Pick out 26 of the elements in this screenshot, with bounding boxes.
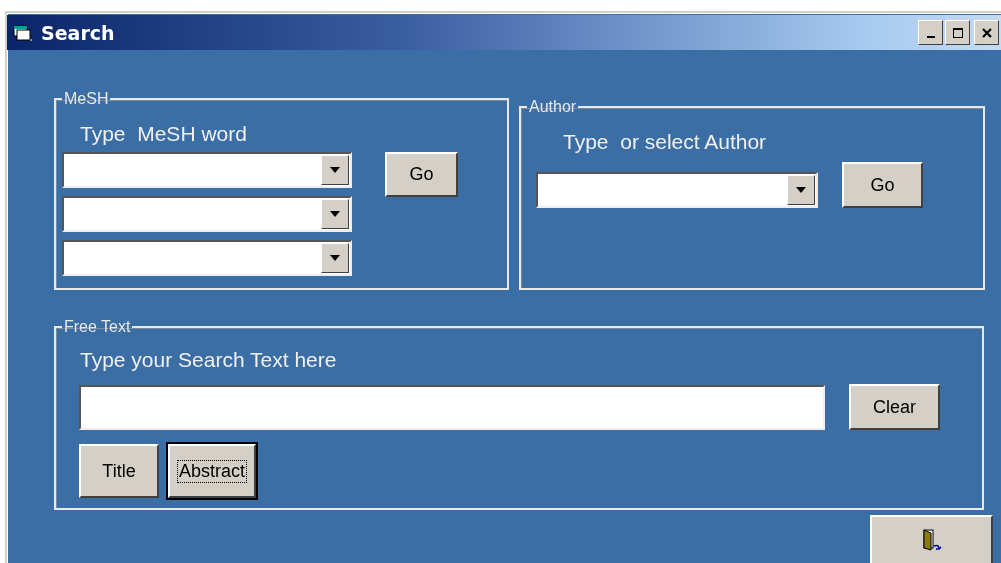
- group-legend: Author: [527, 98, 579, 116]
- minimize-icon: [926, 36, 935, 38]
- search-text-field[interactable]: [79, 384, 825, 430]
- dropdown-field[interactable]: [62, 240, 352, 276]
- close-button[interactable]: [974, 20, 999, 45]
- group-legend: MeSH: [62, 90, 111, 108]
- exit-button[interactable]: [870, 515, 993, 563]
- dropdown-field[interactable]: [62, 152, 352, 188]
- maximize-icon: [951, 26, 964, 39]
- go-button[interactable]: Go: [842, 162, 923, 208]
- door-icon: [920, 528, 943, 552]
- dropdown-field[interactable]: [536, 172, 818, 208]
- dropdown-field[interactable]: [62, 196, 352, 232]
- search-in-button[interactable]: Title: [79, 444, 159, 498]
- field-label: Type your Search Text here: [80, 348, 338, 372]
- window-icon: [13, 23, 33, 42]
- clear-button[interactable]: Clear: [849, 384, 940, 430]
- field-label: Type or select Author: [563, 130, 768, 154]
- minimize-button[interactable]: [918, 20, 943, 45]
- close-icon: [980, 26, 993, 39]
- go-button[interactable]: Go: [385, 152, 458, 197]
- field-label: Type MeSH word: [80, 122, 248, 146]
- search-in-button[interactable]: Abstract: [168, 444, 256, 498]
- window-title: Search: [41, 21, 115, 44]
- group-legend: Free Text: [62, 318, 133, 336]
- maximize-button[interactable]: [945, 20, 970, 45]
